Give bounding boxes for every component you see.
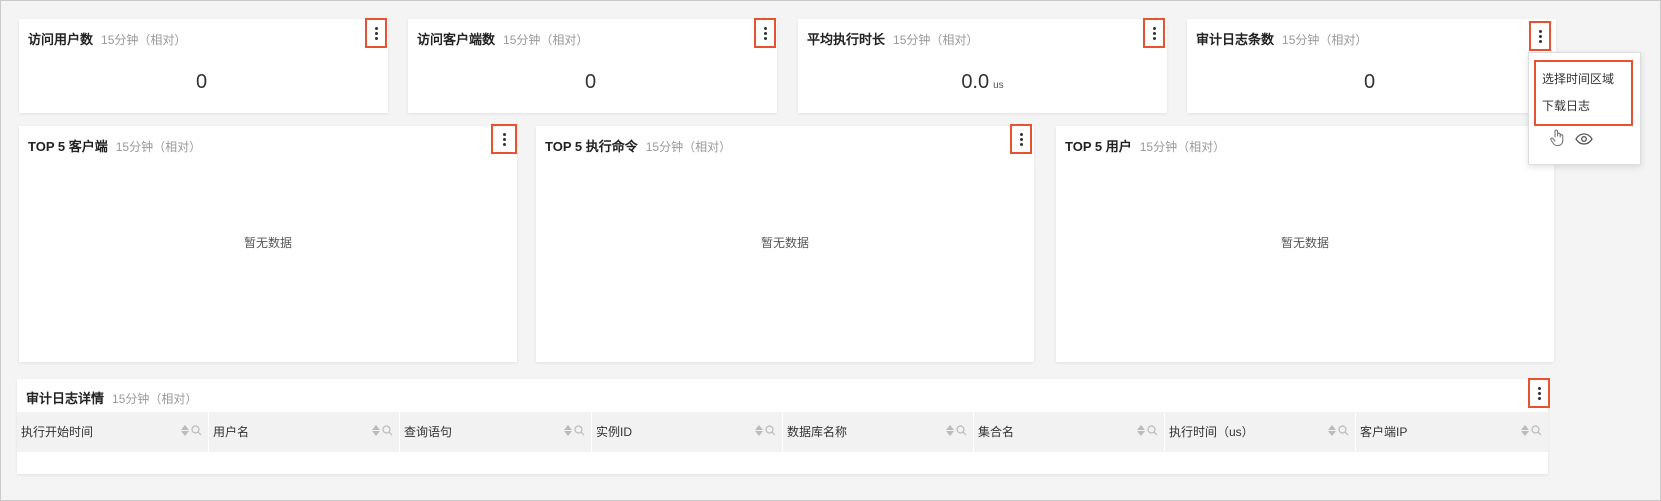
more-vertical-icon xyxy=(1537,386,1541,400)
card-title: TOP 5 客户端 15分钟（相对） xyxy=(28,139,202,154)
more-vertical-icon xyxy=(502,132,506,146)
top5-commands-panel: TOP 5 执行命令 15分钟（相对） 暂无数据 xyxy=(536,126,1034,362)
sort-icon[interactable] xyxy=(1137,425,1145,436)
card-menu-button[interactable] xyxy=(365,18,387,48)
column-header[interactable]: 执行开始时间 xyxy=(17,412,209,452)
search-icon[interactable] xyxy=(574,425,585,436)
top5-users-panel: TOP 5 用户 15分钟（相对） 暂无数据 xyxy=(1056,126,1554,362)
column-header[interactable]: 集合名 xyxy=(974,412,1165,452)
card-title: 访问用户数 15分钟（相对） xyxy=(28,32,187,47)
more-vertical-icon xyxy=(763,26,767,40)
metric-card-log-count: 审计日志条数 15分钟（相对） 0 xyxy=(1187,19,1556,113)
card-title: 审计日志详情 15分钟（相对） xyxy=(26,391,198,406)
sort-icon[interactable] xyxy=(755,425,763,436)
card-menu-button[interactable] xyxy=(1528,378,1550,408)
sort-icon[interactable] xyxy=(372,425,380,436)
eye-icon[interactable] xyxy=(1575,132,1593,150)
sort-icon[interactable] xyxy=(1328,425,1336,436)
card-menu-button[interactable] xyxy=(491,124,517,154)
menu-item-select-time-range[interactable]: 选择时间区域 xyxy=(1542,70,1614,87)
menu-item-download-log[interactable]: 下载日志 xyxy=(1542,97,1590,114)
metric-card-avg-duration: 平均执行时长 15分钟（相对） 0.0 us xyxy=(798,19,1167,113)
empty-state-text: 暂无数据 xyxy=(243,236,292,250)
metric-value: 0.0 us xyxy=(961,71,1004,93)
top5-clients-panel: TOP 5 客户端 15分钟（相对） 暂无数据 xyxy=(19,126,517,362)
more-vertical-icon xyxy=(374,26,378,40)
card-menu-button[interactable] xyxy=(754,18,776,48)
dashboard-frame: 访问用户数 15分钟（相对） 0 访问客户端数 15分钟（相对） 0 平均执行时长 1… xyxy=(0,0,1661,501)
column-header[interactable]: 查询语句 xyxy=(400,412,592,452)
metric-card-users: 访问用户数 15分钟（相对） 0 xyxy=(19,19,388,113)
search-icon[interactable] xyxy=(191,425,202,436)
sort-icon[interactable] xyxy=(181,425,189,436)
card-title: 平均执行时长 15分钟（相对） xyxy=(807,32,979,47)
column-header[interactable]: 实例ID xyxy=(592,412,783,452)
column-header[interactable]: 执行时间（us） xyxy=(1165,412,1356,452)
more-vertical-icon xyxy=(1019,132,1023,146)
empty-state-text: 暂无数据 xyxy=(760,236,809,250)
search-icon[interactable] xyxy=(765,425,776,436)
more-vertical-icon xyxy=(1538,29,1542,43)
card-title: 审计日志条数 15分钟（相对） xyxy=(1196,32,1368,47)
metric-card-clients: 访问客户端数 15分钟（相对） 0 xyxy=(408,19,777,113)
search-icon[interactable] xyxy=(382,425,393,436)
metric-value: 0 xyxy=(584,71,597,93)
metric-value: 0 xyxy=(195,71,208,93)
empty-state-text: 暂无数据 xyxy=(1280,236,1329,250)
more-vertical-icon xyxy=(1152,26,1156,40)
sort-icon[interactable] xyxy=(1521,425,1529,436)
search-icon[interactable] xyxy=(1147,425,1158,436)
sort-icon[interactable] xyxy=(564,425,572,436)
column-header[interactable]: 客户端IP xyxy=(1356,412,1548,452)
metric-value: 0 xyxy=(1363,71,1376,93)
card-menu-dropdown: 选择时间区域 下载日志 xyxy=(1528,52,1641,165)
card-menu-button[interactable] xyxy=(1143,18,1165,48)
column-header[interactable]: 数据库名称 xyxy=(783,412,974,452)
search-icon[interactable] xyxy=(956,425,967,436)
card-menu-button[interactable] xyxy=(1010,124,1032,154)
audit-log-detail-panel: 审计日志详情 15分钟（相对） 执行开始时间 用户名 查询语句 实例ID 数据库名… xyxy=(17,379,1548,474)
card-menu-button[interactable] xyxy=(1529,21,1551,51)
search-icon[interactable] xyxy=(1531,425,1542,436)
table-header: 执行开始时间 用户名 查询语句 实例ID 数据库名称 集合名 执行时间（us） … xyxy=(17,412,1548,452)
card-title: TOP 5 用户 15分钟（相对） xyxy=(1065,139,1226,154)
search-icon[interactable] xyxy=(1338,425,1349,436)
card-title: 访问客户端数 15分钟（相对） xyxy=(417,32,589,47)
card-title: TOP 5 执行命令 15分钟（相对） xyxy=(545,139,732,154)
hand-pointer-icon[interactable] xyxy=(1549,129,1565,152)
column-header[interactable]: 用户名 xyxy=(209,412,400,452)
sort-icon[interactable] xyxy=(946,425,954,436)
